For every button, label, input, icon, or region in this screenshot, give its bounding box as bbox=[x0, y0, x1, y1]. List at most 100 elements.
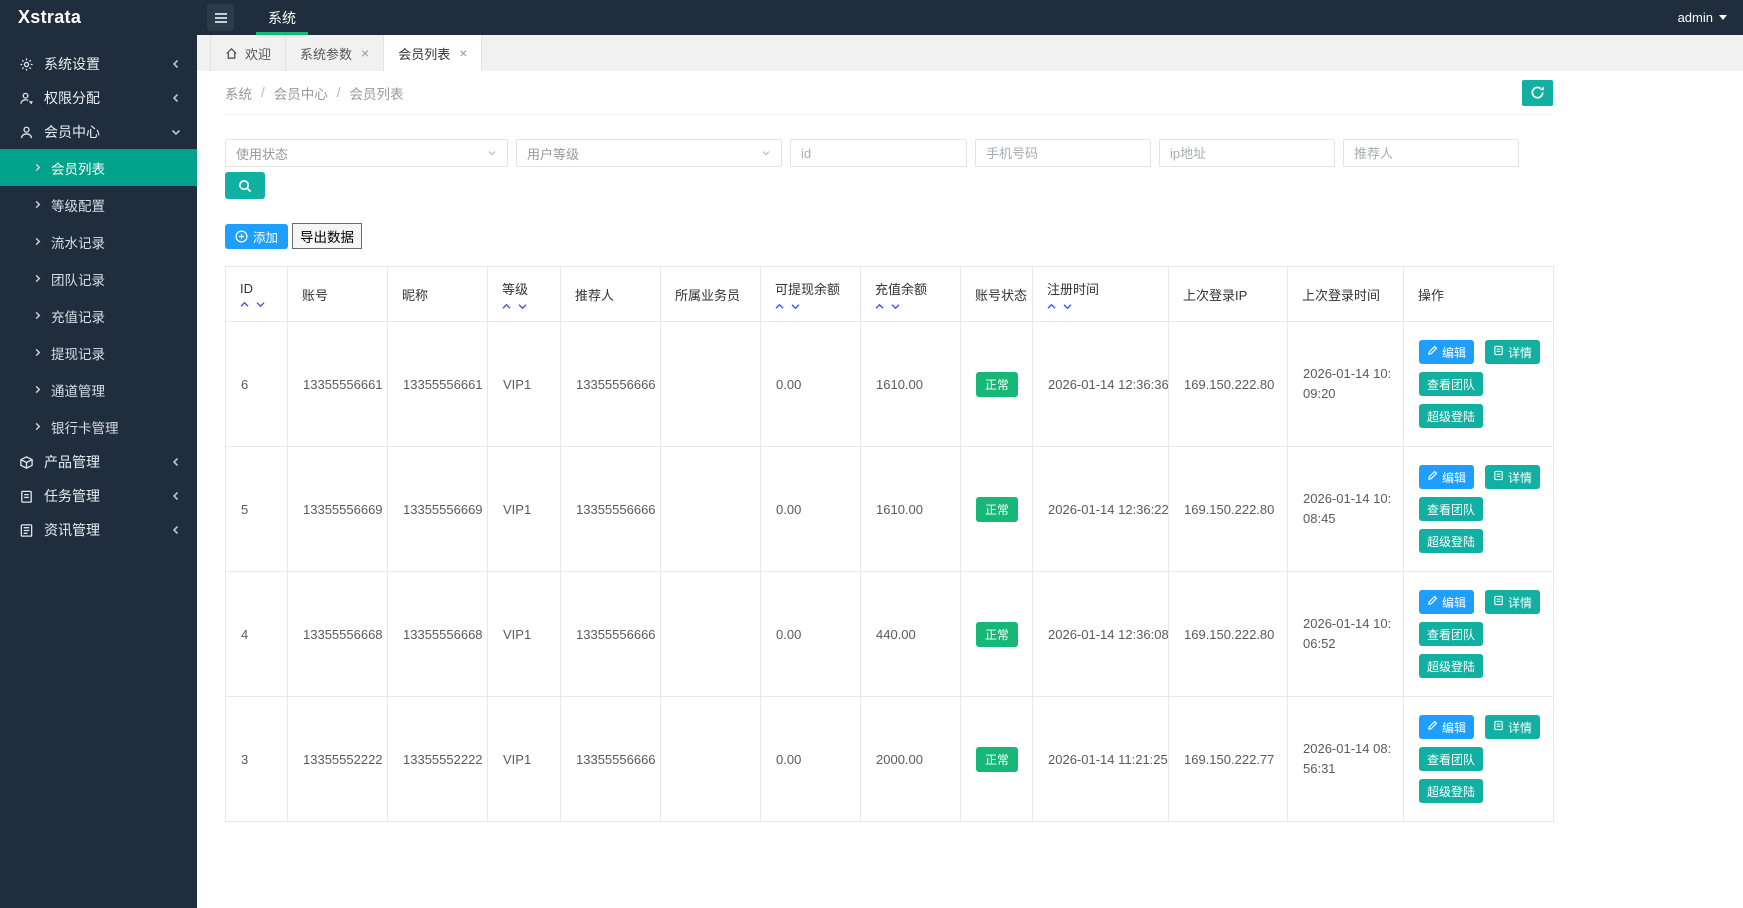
add-button[interactable]: 添加 bbox=[225, 224, 288, 249]
cell-referrer[interactable]: 13355556666 bbox=[561, 447, 661, 572]
cell-level: VIP1 bbox=[488, 697, 561, 822]
sidebar-item-news-mgmt[interactable]: 资讯管理 bbox=[0, 513, 197, 547]
cell-referrer[interactable]: 13355556666 bbox=[561, 572, 661, 697]
cell-last-ip: 169.150.222.77 bbox=[1169, 697, 1288, 822]
detail-button[interactable]: 详情 bbox=[1485, 715, 1540, 739]
column-header-content: 操作 bbox=[1418, 285, 1553, 304]
view-team-button[interactable]: 查看团队 bbox=[1419, 372, 1483, 396]
filter-select-status[interactable]: 使用状态 bbox=[225, 139, 508, 167]
column-header-content: 充值余额 bbox=[875, 279, 960, 310]
cell-referrer[interactable]: 13355556666 bbox=[561, 322, 661, 447]
sort-desc-icon[interactable] bbox=[256, 301, 265, 308]
breadcrumb-item[interactable]: 系统 bbox=[225, 83, 252, 103]
cell-withdrawable[interactable]: 0.00 bbox=[761, 697, 861, 822]
sort-desc-icon[interactable] bbox=[518, 303, 527, 310]
cell-recharge[interactable]: 1610.00 bbox=[861, 447, 961, 572]
sort-desc-icon[interactable] bbox=[891, 303, 900, 310]
row-actions: 编辑详情查看团队超级登陆 bbox=[1419, 590, 1545, 678]
topnav-label: 系统 bbox=[268, 8, 296, 28]
view-team-button[interactable]: 查看团队 bbox=[1419, 622, 1483, 646]
cell-withdrawable[interactable]: 0.00 bbox=[761, 447, 861, 572]
cell-account[interactable]: 13355556668 bbox=[288, 572, 388, 697]
detail-button[interactable]: 详情 bbox=[1485, 590, 1540, 614]
sidebar-item-task-mgmt[interactable]: 任务管理 bbox=[0, 479, 197, 513]
sort-asc-icon[interactable] bbox=[875, 303, 884, 310]
cell-withdrawable[interactable]: 0.00 bbox=[761, 572, 861, 697]
sort-desc-icon[interactable] bbox=[1063, 303, 1072, 310]
sort-carets[interactable] bbox=[1047, 303, 1168, 310]
breadcrumb-item[interactable]: 会员列表 bbox=[350, 83, 404, 103]
filter-input-id[interactable] bbox=[790, 139, 967, 167]
sort-desc-icon[interactable] bbox=[791, 303, 800, 310]
sort-asc-icon[interactable] bbox=[240, 301, 249, 308]
close-icon[interactable]: × bbox=[361, 46, 369, 60]
super-login-button[interactable]: 超级登陆 bbox=[1419, 654, 1483, 678]
column-label: 充值余额 bbox=[875, 279, 960, 298]
breadcrumb-item[interactable]: 会员中心 bbox=[274, 83, 328, 103]
edit-icon bbox=[1427, 720, 1438, 734]
topnav-system[interactable]: 系统 bbox=[256, 0, 308, 35]
detail-button[interactable]: 详情 bbox=[1485, 340, 1540, 364]
sidebar: Xstrata 系统设置权限分配会员中心会员列表等级配置流水记录团队记录充值记录… bbox=[0, 0, 197, 908]
cell-recharge[interactable]: 2000.00 bbox=[861, 697, 961, 822]
column-header-9[interactable]: 注册时间 bbox=[1033, 267, 1169, 322]
column-header-0[interactable]: ID bbox=[226, 267, 288, 322]
tab-member-list[interactable]: 会员列表× bbox=[384, 35, 482, 71]
tab-welcome[interactable]: 欢迎 bbox=[210, 35, 286, 71]
super-login-button[interactable]: 超级登陆 bbox=[1419, 404, 1483, 428]
edit-button[interactable]: 编辑 bbox=[1419, 715, 1474, 739]
hamburger-button[interactable] bbox=[207, 4, 234, 31]
cell-account[interactable]: 13355556661 bbox=[288, 322, 388, 447]
edit-button[interactable]: 编辑 bbox=[1419, 590, 1474, 614]
sidebar-item-system-settings[interactable]: 系统设置 bbox=[0, 47, 197, 81]
sort-carets[interactable] bbox=[775, 303, 860, 310]
sidebar-subitem-withdraw-records[interactable]: 提现记录 bbox=[0, 334, 197, 371]
sort-asc-icon[interactable] bbox=[502, 303, 511, 310]
column-header-6[interactable]: 可提现余额 bbox=[761, 267, 861, 322]
column-label: 昵称 bbox=[402, 285, 487, 304]
cell-withdrawable[interactable]: 0.00 bbox=[761, 322, 861, 447]
sidebar-subitem-bankcard-mgmt[interactable]: 银行卡管理 bbox=[0, 408, 197, 445]
filter-input-phone[interactable] bbox=[975, 139, 1151, 167]
export-button[interactable]: 导出数据 bbox=[292, 223, 362, 249]
super-login-button[interactable]: 超级登陆 bbox=[1419, 529, 1483, 553]
cell-recharge[interactable]: 440.00 bbox=[861, 572, 961, 697]
chevron-left-icon bbox=[171, 525, 181, 535]
super-login-button[interactable]: 超级登陆 bbox=[1419, 779, 1483, 803]
user-menu[interactable]: admin bbox=[1678, 10, 1727, 25]
sidebar-subitem-team-records[interactable]: 团队记录 bbox=[0, 260, 197, 297]
column-header-3[interactable]: 等级 bbox=[488, 267, 561, 322]
cell-account[interactable]: 13355556669 bbox=[288, 447, 388, 572]
cell-recharge[interactable]: 1610.00 bbox=[861, 322, 961, 447]
refresh-button[interactable] bbox=[1522, 80, 1553, 106]
edit-button[interactable]: 编辑 bbox=[1419, 340, 1474, 364]
cell-referrer[interactable]: 13355556666 bbox=[561, 697, 661, 822]
sidebar-subitem-level-config[interactable]: 等级配置 bbox=[0, 186, 197, 223]
sidebar-item-product-mgmt[interactable]: 产品管理 bbox=[0, 445, 197, 479]
view-team-button[interactable]: 查看团队 bbox=[1419, 497, 1483, 521]
close-icon[interactable]: × bbox=[459, 46, 467, 60]
filter-input-ip[interactable] bbox=[1159, 139, 1335, 167]
view-team-button[interactable]: 查看团队 bbox=[1419, 747, 1483, 771]
sort-asc-icon[interactable] bbox=[1047, 303, 1056, 310]
sidebar-item-permissions[interactable]: 权限分配 bbox=[0, 81, 197, 115]
column-header-content: 上次登录IP bbox=[1183, 285, 1287, 304]
column-header-content: 昵称 bbox=[402, 285, 487, 304]
search-button[interactable] bbox=[225, 172, 265, 199]
sort-asc-icon[interactable] bbox=[775, 303, 784, 310]
sort-carets[interactable] bbox=[240, 301, 287, 308]
edit-button[interactable]: 编辑 bbox=[1419, 465, 1474, 489]
sidebar-subitem-channel-mgmt[interactable]: 通道管理 bbox=[0, 371, 197, 408]
detail-button[interactable]: 详情 bbox=[1485, 465, 1540, 489]
sort-carets[interactable] bbox=[502, 303, 560, 310]
filter-select-level[interactable]: 用户等级 bbox=[516, 139, 782, 167]
cell-account[interactable]: 13355552222 bbox=[288, 697, 388, 822]
sidebar-subitem-flow-records[interactable]: 流水记录 bbox=[0, 223, 197, 260]
tab-system-params[interactable]: 系统参数× bbox=[286, 35, 384, 71]
filter-input-referrer[interactable] bbox=[1343, 139, 1519, 167]
sort-carets[interactable] bbox=[875, 303, 960, 310]
sidebar-subitem-member-list[interactable]: 会员列表 bbox=[0, 149, 197, 186]
column-header-7[interactable]: 充值余额 bbox=[861, 267, 961, 322]
sidebar-item-member-center[interactable]: 会员中心 bbox=[0, 115, 197, 149]
sidebar-subitem-recharge-records[interactable]: 充值记录 bbox=[0, 297, 197, 334]
